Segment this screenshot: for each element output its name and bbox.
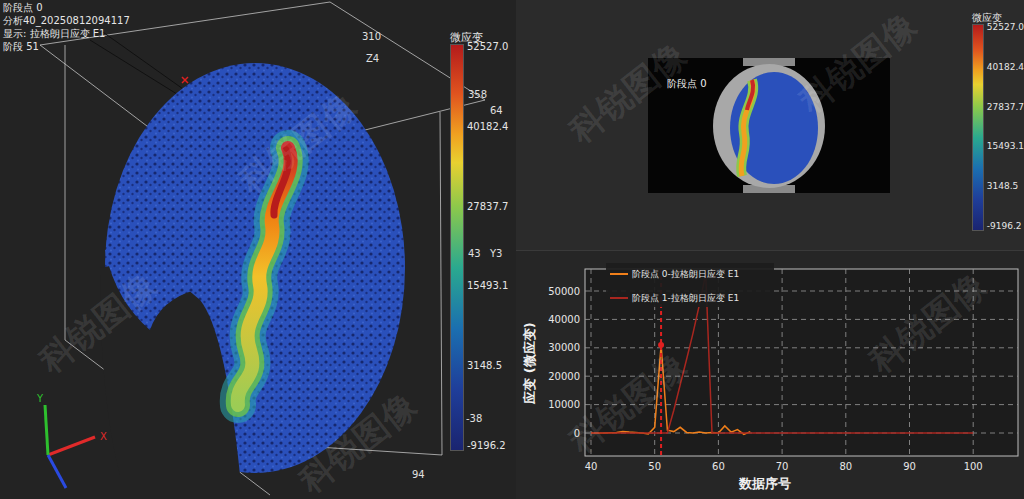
watermark: 科锐图像 — [560, 343, 695, 463]
series-line — [591, 274, 973, 433]
legend-item: 阶段点 0-拉格朗日应变 E1 — [610, 269, 739, 279]
axis-label: 94 — [412, 469, 425, 480]
colorbar-ticks: 52527.0 40182.4 27837.7 15493.1 3148.5 -9196.… — [987, 21, 1024, 232]
specimen-fragment — [105, 248, 195, 330]
axis-label: -38 — [466, 413, 482, 424]
info-line: 阶段点 0 — [3, 1, 443, 14]
axis-label: 358 — [468, 89, 487, 100]
axis-label: 310 — [362, 31, 381, 42]
colorbar-tick: 52527.0 — [467, 41, 508, 53]
x-tick: 70 — [776, 269, 789, 472]
svg-text:50: 50 — [648, 461, 661, 472]
svg-text:0: 0 — [574, 428, 580, 439]
watermark: 科锐图像 — [30, 263, 165, 383]
image-colorbar: 微应变52527.040182.427837.715493.13148.5-91… — [968, 0, 1024, 250]
y-tick: 20000 — [548, 371, 1018, 382]
chart-legend: 阶段点 0-拉格朗日应变 E1 阶段点 1-拉格朗日应变 E1 — [606, 263, 774, 307]
y-axis-title: 应变 (微应变) — [522, 322, 537, 404]
watermark: 科锐图像 — [790, 3, 925, 123]
info-line: 阶段 51 — [3, 40, 443, 53]
axis-label: Y3 — [489, 248, 502, 259]
svg-text:40: 40 — [585, 461, 598, 472]
svg-text:10000: 10000 — [548, 399, 580, 410]
svg-text:50000: 50000 — [548, 286, 580, 297]
colorbar-gradient — [450, 44, 464, 451]
svg-text:30000: 30000 — [548, 342, 580, 353]
image-point-label: 阶段点 0 — [667, 77, 707, 91]
scene-3d-view[interactable]: 310Z43586443Y3-3894XY — [0, 0, 516, 499]
svg-text:40000: 40000 — [548, 314, 580, 325]
colorbar-gradient — [972, 24, 984, 231]
scene-info: 阶段点 0分析40_20250812094117显示: 拉格朗日应变 E1阶段 … — [0, 0, 446, 499]
colorbar-tick: 40182.4 — [987, 61, 1024, 73]
watermark: 科锐图像 — [230, 83, 365, 203]
watermark-layer: 科锐图像科锐图像科锐图像科锐图像科锐图像科锐图像科锐图像 — [0, 0, 1024, 499]
info-line: 分析40_20250812094117 — [3, 14, 443, 27]
marker-icon — [182, 77, 188, 83]
strain-chart[interactable]: 40 50 60 70 80 90 100 0 10000 20000 30000 40000 5000… — [516, 251, 1024, 499]
legend-item: 阶段点 1-拉格朗日应变 E1 — [610, 293, 739, 303]
app-window: 310Z43586443Y3-3894XY阶段点 0分析40_202508120… — [0, 0, 1024, 499]
svg-text:阶段点 0-拉格朗日应变 E1: 阶段点 0-拉格朗日应变 E1 — [632, 269, 739, 279]
colorbar-body: 52527.0 40182.4 27837.7 15493.1 3148.5 -9196.… — [446, 44, 516, 452]
right-panel: 阶段点 0微应变52527.040182.427837.715493.13148… — [516, 0, 1024, 499]
watermark: 科锐图像 — [290, 383, 425, 499]
svg-text:80: 80 — [839, 461, 852, 472]
scene-overlay: 阶段点 0分析40_20250812094117显示: 拉格朗日应变 E1阶段 … — [0, 0, 516, 499]
colorbar-tick: 15493.1 — [467, 280, 508, 292]
y-tick: 40000 — [548, 314, 1018, 325]
svg-text:阶段点 1-拉格朗日应变 E1: 阶段点 1-拉格朗日应变 E1 — [632, 293, 739, 303]
colorbar-tick: 27837.7 — [467, 201, 508, 213]
axis-y-label: Y — [36, 393, 44, 404]
image-area: 阶段点 0 — [516, 0, 968, 250]
y-tick: 10000 — [548, 399, 1018, 410]
svg-text:90: 90 — [903, 461, 916, 472]
svg-text:60: 60 — [712, 461, 725, 472]
svg-text:70: 70 — [776, 461, 789, 472]
info-line: 显示: 拉格朗日应变 E1 — [3, 27, 443, 40]
colorbar-tick: 3148.5 — [467, 360, 508, 372]
x-tick: 80 — [839, 269, 852, 472]
colorbar-tick: 3148.5 — [987, 180, 1024, 192]
axis-label: Z4 — [366, 53, 379, 64]
wireframe-box — [40, 2, 485, 495]
colorbar-ticks: 52527.0 40182.4 27837.7 15493.1 3148.5 -9196.… — [467, 41, 508, 452]
svg-text:100: 100 — [964, 461, 983, 472]
scene-colorbar: 微应变52527.040182.427837.715493.13148.5-91… — [446, 0, 516, 499]
colorbar-tick: -9196.2 — [467, 440, 508, 452]
x-tick: 90 — [903, 269, 916, 472]
colorbar-tick: 27837.7 — [987, 101, 1024, 113]
watermark: 科锐图像 — [560, 33, 695, 153]
svg-text:20000: 20000 — [548, 371, 580, 382]
colorbar-tick: 15493.1 — [987, 140, 1024, 152]
colorbar-body: 52527.0 40182.4 27837.7 15493.1 3148.5 -9196.… — [968, 24, 1024, 232]
colorbar-tick: -9196.2 — [987, 220, 1024, 232]
watermark: 科锐图像 — [860, 263, 995, 383]
axis-label: 43 — [468, 248, 481, 259]
cursor-point — [658, 342, 664, 348]
colorbar-tick: 40182.4 — [467, 121, 508, 133]
image-row: 阶段点 0微应变52527.040182.427837.715493.13148… — [516, 0, 1024, 250]
y-tick: 30000 — [548, 342, 1018, 353]
x-axis-title: 数据序号 — [738, 476, 791, 491]
chart-panel: 40 50 60 70 80 90 100 0 10000 20000 30000 40000 5000… — [516, 250, 1024, 499]
axis-x-label: X — [100, 431, 107, 442]
left-panel: 310Z43586443Y3-3894XY阶段点 0分析40_202508120… — [0, 0, 516, 499]
camera-image[interactable]: 阶段点 0 — [648, 58, 890, 193]
colorbar-tick: 52527.0 — [987, 21, 1024, 33]
plot-area — [585, 269, 1018, 456]
axis-label: 64 — [490, 105, 503, 116]
axis-triad-icon: XY — [36, 393, 107, 488]
strain-band — [238, 148, 291, 405]
x-tick: 100 — [964, 269, 983, 472]
x-tick: 40 — [585, 269, 598, 472]
